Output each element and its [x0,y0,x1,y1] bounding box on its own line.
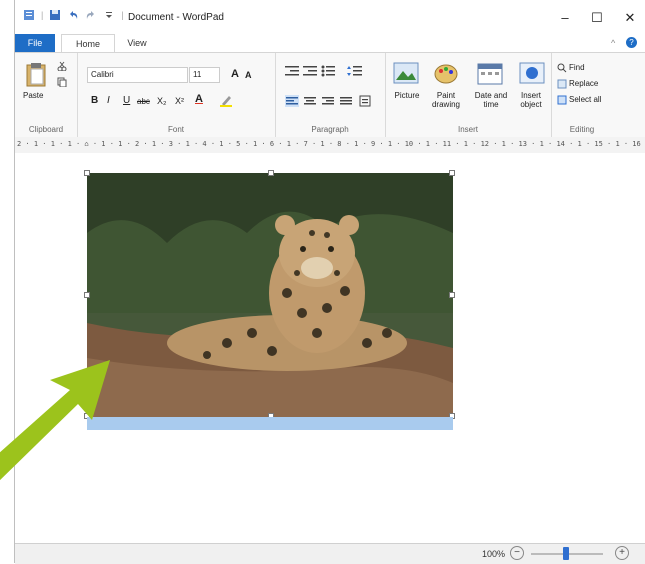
align-right-icon[interactable] [321,95,335,109]
font-size-select[interactable]: 11 [189,67,220,83]
save-icon[interactable] [49,9,61,21]
subscript-button[interactable]: X₂ [157,96,167,106]
paste-icon[interactable] [25,61,47,87]
font-group: Calibri 11 A A B I U abc X₂ X² A Font [77,53,276,137]
zoom-in-button[interactable]: + [615,546,629,560]
replace-button[interactable]: Replace [569,79,598,88]
zoom-out-button[interactable]: − [510,546,524,560]
resize-handle-top-right[interactable] [449,170,455,176]
ribbon-tabs: File Home View ^ ? [15,34,645,53]
close-button[interactable]: ✕ [620,10,640,26]
picture-icon[interactable] [393,61,419,87]
justify-icon[interactable] [339,95,353,109]
paste-button[interactable]: Paste [23,91,43,100]
paragraph-group: Paragraph [275,53,386,137]
editing-group: Find Replace Select all Editing [551,53,613,137]
highlight-icon[interactable] [219,93,233,109]
strikethrough-button[interactable]: abc [137,97,150,106]
customize-qat-icon[interactable] [103,9,115,21]
paragraph-settings-icon[interactable] [359,95,371,109]
font-color-button[interactable]: A [195,93,203,105]
font-family-select[interactable]: Calibri [87,67,188,83]
ruler-ticks: 2 · 1 · 1 · 1 · ⌂ · 1 · 1 · 2 · 1 · 3 · … [17,140,645,148]
grow-font-button[interactable]: A [231,68,239,80]
tab-home[interactable]: Home [61,34,115,53]
clipboard-group-label: Clipboard [28,125,64,134]
insert-object-button[interactable]: Insert object [511,91,551,109]
title-bar: | | Document - WordPad – ☐ ✕ [15,0,645,34]
status-bar: 100% − + [15,543,645,564]
increase-indent-icon[interactable] [303,65,317,79]
resize-handle-top-left[interactable] [84,170,90,176]
resize-handle-right[interactable] [449,292,455,298]
decrease-indent-icon[interactable] [285,65,299,79]
clipboard-group: Paste Clipboard [15,53,78,137]
align-left-icon[interactable] [285,95,299,109]
maximize-button[interactable]: ☐ [587,10,607,26]
copy-icon[interactable] [57,77,67,89]
find-icon[interactable] [557,63,567,75]
undo-icon[interactable] [67,9,79,21]
insert-object-icon[interactable] [519,61,545,87]
find-button[interactable]: Find [569,63,585,72]
tab-file[interactable]: File [15,34,55,52]
resize-handle-top[interactable] [268,170,274,176]
insert-group: Picture Paint drawing Date and time Inse… [385,53,552,137]
underline-button[interactable]: U [123,95,130,106]
green-arrow-icon [0,360,110,480]
bold-button[interactable]: B [91,95,98,106]
bullets-icon[interactable] [321,65,339,79]
selection-highlight [87,417,453,430]
superscript-button[interactable]: X² [175,96,184,106]
shrink-font-button[interactable]: A [245,70,252,80]
jaguar-photo[interactable] [84,170,455,419]
resize-handle-left[interactable] [84,292,90,298]
tab-view[interactable]: View [119,34,155,52]
select-all-icon[interactable] [557,95,567,107]
font-group-label: Font [167,125,184,134]
picture-button[interactable]: Picture [389,91,425,100]
wordpad-app-icon [23,9,35,21]
ribbon: Paste Clipboard Calibri 11 A A B I U abc… [15,52,645,138]
jaguar-illustration [87,173,453,417]
editing-group-label: Editing [569,125,595,134]
replace-icon[interactable] [557,79,567,91]
paragraph-group-label: Paragraph [311,125,349,134]
align-center-icon[interactable] [303,95,317,109]
select-all-button[interactable]: Select all [569,95,601,104]
ruler[interactable]: 2 · 1 · 1 · 1 · ⌂ · 1 · 1 · 2 · 1 · 3 · … [15,137,645,154]
zoom-level: 100% [482,549,506,559]
line-spacing-icon[interactable] [347,65,363,79]
insert-group-label: Insert [457,125,478,134]
italic-button[interactable]: I [107,95,110,106]
cut-icon[interactable] [57,61,67,73]
paint-drawing-icon[interactable] [433,61,459,87]
date-time-icon[interactable] [477,61,503,87]
help-icon[interactable]: ? [626,37,637,48]
quick-access-toolbar: | | [23,9,124,21]
collapse-ribbon-icon[interactable]: ^ [611,38,615,48]
date-time-button[interactable]: Date and time [469,91,513,109]
redo-icon[interactable] [85,9,97,21]
zoom-slider-thumb[interactable] [563,547,569,560]
minimize-button[interactable]: – [555,10,575,25]
paint-drawing-button[interactable]: Paint drawing [423,91,469,109]
document-title: Document - WordPad [128,12,224,23]
